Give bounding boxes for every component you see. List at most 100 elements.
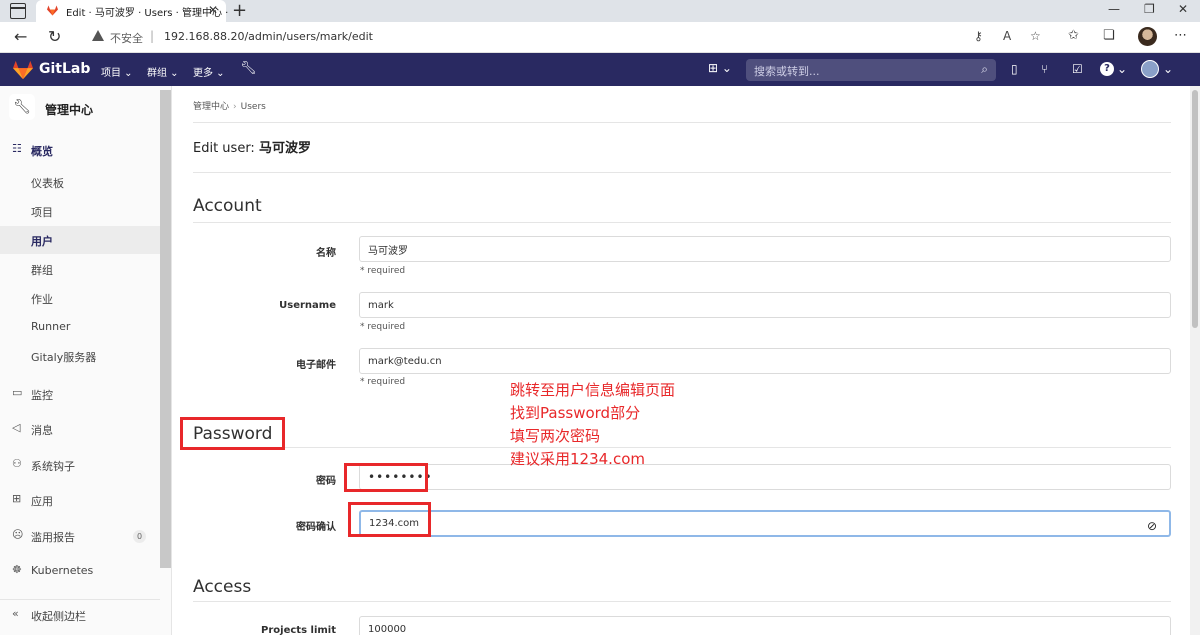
divider	[193, 172, 1171, 173]
breadcrumb-users[interactable]: Users	[241, 102, 266, 112]
page-title-prefix: Edit user:	[193, 141, 259, 156]
issues-icon[interactable]: ▯	[1011, 62, 1018, 76]
name-input[interactable]	[359, 236, 1171, 262]
sidebar-item-label: 概览	[31, 145, 53, 158]
url-text[interactable]: 192.168.88.20/admin/users/mark/edit	[164, 30, 373, 43]
sidebar-item-runners[interactable]: Runner	[0, 313, 160, 341]
instruction-line: 找到Password部分	[510, 404, 641, 422]
password-input[interactable]	[359, 464, 1171, 490]
sidebar-item-label: Kubernetes	[31, 564, 94, 577]
close-window-icon[interactable]: ✕	[1178, 2, 1188, 16]
abuse-count-badge: 0	[133, 530, 146, 543]
sidebar-item-label: 监控	[31, 389, 53, 402]
favorites-icon[interactable]: ✩	[1068, 28, 1079, 43]
minimize-icon[interactable]: —	[1108, 2, 1120, 16]
breadcrumb-admin[interactable]: 管理中心	[193, 102, 229, 112]
sidebar-item-kubernetes[interactable]: ☸ Kubernetes	[0, 557, 160, 585]
sidebar-scrollbar[interactable]	[160, 90, 171, 568]
gitlab-favicon-icon	[47, 5, 58, 16]
page-title-name: 马可波罗	[258, 141, 311, 156]
help-icon[interactable]: ?	[1100, 62, 1114, 76]
monitor-icon: ▭	[12, 386, 23, 399]
collapse-sidebar-row: « 收起侧边栏	[0, 605, 160, 625]
admin-sidebar: 🔧︎ 管理中心 ☷ 概览 仪表板 项目 用户 群组 作业 Runner Gita…	[0, 86, 172, 635]
url-box[interactable]: 不安全 | 192.168.88.20/admin/users/mark/edi…	[80, 25, 1050, 49]
help-chevron-icon[interactable]: ⌄	[1117, 62, 1127, 76]
read-aloud-icon[interactable]: A	[1003, 29, 1011, 43]
sidebar-item-system-hooks[interactable]: ⚇ 系统钩子	[0, 451, 160, 479]
collapse-sidebar-button[interactable]: « 收起侧边栏	[0, 599, 160, 635]
abuse-report-icon: ☹	[12, 528, 24, 541]
menu-groups[interactable]: 群组 ⌄	[147, 64, 179, 79]
username-input[interactable]	[359, 292, 1171, 318]
tab-actions-icon[interactable]	[10, 3, 26, 19]
key-icon[interactable]: ⚷	[974, 29, 983, 43]
password-confirmation-highlight	[348, 502, 431, 537]
email-input[interactable]	[359, 348, 1171, 374]
browser-tab-bar: Edit · 马可波罗 · Users · 管理中心 · ✕ + — ❐ ✕	[0, 0, 1200, 22]
more-icon[interactable]: ⋯	[1174, 28, 1187, 43]
maximize-icon[interactable]: ❐	[1144, 2, 1155, 16]
password-confirmation-input[interactable]	[359, 510, 1171, 537]
search-placeholder: 搜索或转到...	[754, 65, 820, 78]
sidebar-item-overview[interactable]: ☷ 概览	[0, 136, 160, 164]
browser-profile-avatar[interactable]	[1138, 27, 1157, 46]
page-scrollbar-thumb[interactable]	[1192, 90, 1198, 328]
sidebar-item-jobs[interactable]: 作业	[0, 284, 160, 312]
divider	[193, 601, 1171, 602]
close-tab-icon[interactable]: ✕	[208, 3, 218, 17]
refresh-icon[interactable]: ↻	[48, 27, 61, 46]
sidebar-context-header[interactable]: 🔧︎ 管理中心	[0, 86, 160, 130]
name-required-hint: * required	[360, 266, 406, 276]
projects-limit-input[interactable]	[359, 616, 1171, 635]
sidebar-item-label: 仪表板	[31, 177, 64, 190]
user-menu-chevron-icon[interactable]: ⌄	[1163, 62, 1173, 76]
menu-projects[interactable]: 项目 ⌄	[101, 64, 133, 79]
eye-slash-icon[interactable]: ⊘	[1147, 519, 1157, 533]
sidebar-item-projects[interactable]: 项目	[0, 197, 160, 225]
sidebar-item-label: 系统钩子	[31, 460, 75, 473]
user-avatar[interactable]	[1141, 60, 1159, 78]
page-title: Edit user: 马可波罗	[193, 137, 311, 156]
projects-limit-label: Projects limit	[261, 625, 336, 635]
merge-requests-icon[interactable]: ⑂	[1041, 62, 1048, 76]
overview-icon: ☷	[12, 142, 22, 155]
username-required-hint: * required	[360, 322, 406, 332]
browser-tab[interactable]: Edit · 马可波罗 · Users · 管理中心 · ✕	[36, 0, 228, 22]
sidebar-item-label: 滥用报告	[31, 531, 75, 544]
divider	[193, 222, 1171, 223]
new-item-dropdown-icon[interactable]: ⊞ ⌄	[708, 61, 732, 75]
add-favorite-icon[interactable]: ☆	[1030, 29, 1041, 43]
sidebar-item-dashboard[interactable]: 仪表板	[0, 168, 160, 196]
sidebar-item-groups[interactable]: 群组	[0, 255, 160, 283]
sidebar-item-messages[interactable]: ◁ 消息	[0, 415, 160, 443]
sidebar-item-label: 作业	[31, 293, 53, 306]
email-required-hint: * required	[360, 377, 406, 387]
bullhorn-icon: ◁	[12, 421, 21, 434]
instruction-line: 填写两次密码	[510, 427, 601, 445]
back-icon[interactable]: ←	[14, 27, 27, 46]
sidebar-item-abuse-reports[interactable]: ☹ 滥用报告 0	[0, 522, 160, 550]
new-tab-button[interactable]: +	[232, 0, 247, 21]
password-label: 密码	[316, 476, 336, 487]
sidebar-item-gitaly-servers[interactable]: Gitaly服务器	[0, 342, 160, 370]
menu-more[interactable]: 更多 ⌄	[193, 64, 225, 79]
warning-icon	[92, 30, 104, 41]
applications-icon: ⊞	[12, 492, 22, 505]
sidebar-item-label: 用户	[31, 235, 53, 248]
page-scrollbar[interactable]	[1190, 86, 1200, 635]
sidebar-item-users[interactable]: 用户	[0, 226, 160, 254]
gitlab-brand[interactable]: GitLab	[39, 61, 90, 77]
access-section-title: Access	[193, 577, 252, 597]
admin-wrench-icon[interactable]: 🔧︎	[240, 61, 257, 76]
todo-icon[interactable]: ☑	[1072, 62, 1083, 76]
search-input[interactable]: 搜索或转到... ⌕	[746, 59, 996, 81]
divider	[193, 447, 1171, 448]
email-label: 电子邮件	[296, 360, 336, 371]
gitlab-logo-icon[interactable]	[12, 60, 34, 80]
search-icon: ⌕	[981, 62, 988, 76]
collections-icon[interactable]: ❏	[1103, 28, 1115, 43]
account-section-title: Account	[193, 196, 262, 216]
sidebar-item-monitoring[interactable]: ▭ 监控	[0, 380, 160, 408]
sidebar-item-applications[interactable]: ⊞ 应用	[0, 486, 160, 514]
